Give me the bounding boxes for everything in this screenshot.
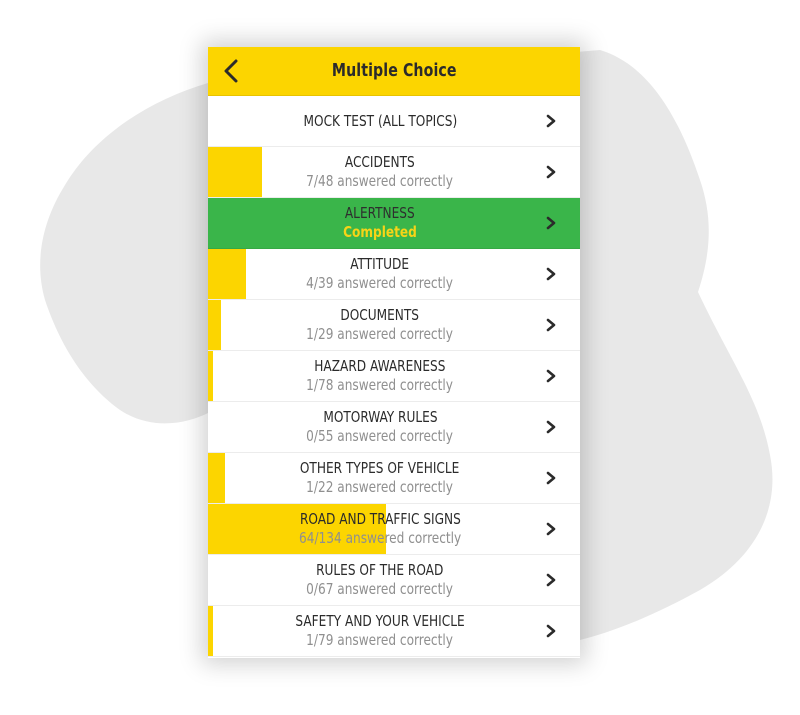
chevron-right-icon: [546, 216, 556, 230]
topic-row-motorway-rules[interactable]: MOTORWAY RULES 0/55 answered correctly: [208, 402, 580, 453]
topic-title: ROAD AND TRAFFIC SIGNS: [299, 510, 461, 528]
topic-status: 1/29 answered correctly: [306, 325, 454, 343]
topic-title: ALERTNESS: [345, 204, 415, 222]
phone-screen: Multiple Choice MOCK TEST (ALL TOPICS) A…: [208, 47, 580, 658]
topic-title: MOTORWAY RULES: [322, 408, 438, 426]
page-title: Multiple Choice: [331, 61, 457, 81]
topic-row-safety-and-your-vehicle[interactable]: SAFETY AND YOUR VEHICLE 1/79 answered co…: [208, 606, 580, 657]
topic-status: 1/78 answered correctly: [306, 376, 454, 394]
chevron-right-icon: [546, 471, 556, 485]
topic-text: ACCIDENTS 7/48 answered correctly: [208, 147, 552, 197]
topic-text: ALERTNESS Completed: [208, 198, 552, 248]
mock-test-title: MOCK TEST (ALL TOPICS): [303, 111, 457, 130]
topic-title: ATTITUDE: [350, 255, 410, 273]
topic-status: 1/22 answered correctly: [306, 478, 454, 496]
topic-title: HAZARD AWARENESS: [314, 357, 446, 375]
topic-row-alertness[interactable]: ALERTNESS Completed: [208, 198, 580, 249]
topic-title: RULES OF THE ROAD: [316, 561, 444, 579]
chevron-right-icon: [546, 420, 556, 434]
topic-status: 7/48 answered correctly: [306, 172, 454, 190]
topic-row-other-types-of-vehicle[interactable]: OTHER TYPES OF VEHICLE 1/22 answered cor…: [208, 453, 580, 504]
topic-text: HAZARD AWARENESS 1/78 answered correctly: [208, 351, 552, 401]
topic-text: SAFETY AND YOUR VEHICLE 1/79 answered co…: [208, 606, 552, 656]
chevron-right-icon: [546, 522, 556, 536]
back-button[interactable]: [216, 56, 246, 86]
chevron-right-icon: [546, 267, 556, 281]
topic-text: RULES OF THE ROAD 0/67 answered correctl…: [208, 555, 552, 605]
chevron-right-icon: [546, 114, 556, 128]
topic-row-hazard-awareness[interactable]: HAZARD AWARENESS 1/78 answered correctly: [208, 351, 580, 402]
topic-status: 1/79 answered correctly: [306, 631, 454, 649]
topic-text: MOTORWAY RULES 0/55 answered correctly: [208, 402, 552, 452]
topic-list: ACCIDENTS 7/48 answered correctly ALERTN…: [208, 147, 580, 657]
topic-text: DOCUMENTS 1/29 answered correctly: [208, 300, 552, 350]
chevron-right-icon: [546, 624, 556, 638]
topic-text: ROAD AND TRAFFIC SIGNS 64/134 answered c…: [208, 504, 552, 554]
topic-status: 4/39 answered correctly: [306, 274, 454, 292]
chevron-right-icon: [546, 573, 556, 587]
topic-status: 64/134 answered correctly: [298, 529, 462, 547]
chevron-right-icon: [546, 165, 556, 179]
topic-row-road-and-traffic-signs[interactable]: ROAD AND TRAFFIC SIGNS 64/134 answered c…: [208, 504, 580, 555]
topic-row-rules-of-the-road[interactable]: RULES OF THE ROAD 0/67 answered correctl…: [208, 555, 580, 606]
chevron-right-icon: [546, 369, 556, 383]
topic-title: DOCUMENTS: [340, 306, 420, 324]
topic-text: OTHER TYPES OF VEHICLE 1/22 answered cor…: [208, 453, 552, 503]
app-header: Multiple Choice: [208, 47, 580, 96]
mock-test-row[interactable]: MOCK TEST (ALL TOPICS): [208, 96, 580, 147]
mock-test-text: MOCK TEST (ALL TOPICS): [208, 96, 552, 146]
topic-row-accidents[interactable]: ACCIDENTS 7/48 answered correctly: [208, 147, 580, 198]
topic-row-documents[interactable]: DOCUMENTS 1/29 answered correctly: [208, 300, 580, 351]
topic-row-attitude[interactable]: ATTITUDE 4/39 answered correctly: [208, 249, 580, 300]
topic-title: SAFETY AND YOUR VEHICLE: [295, 612, 465, 630]
topic-title: OTHER TYPES OF VEHICLE: [300, 459, 460, 477]
topic-status: 0/55 answered correctly: [306, 427, 454, 445]
topic-status: 0/67 answered correctly: [306, 580, 454, 598]
topic-text: ATTITUDE 4/39 answered correctly: [208, 249, 552, 299]
chevron-right-icon: [546, 318, 556, 332]
chevron-left-icon: [224, 59, 238, 83]
topic-title: ACCIDENTS: [345, 153, 415, 171]
topic-status: Completed: [343, 223, 417, 241]
